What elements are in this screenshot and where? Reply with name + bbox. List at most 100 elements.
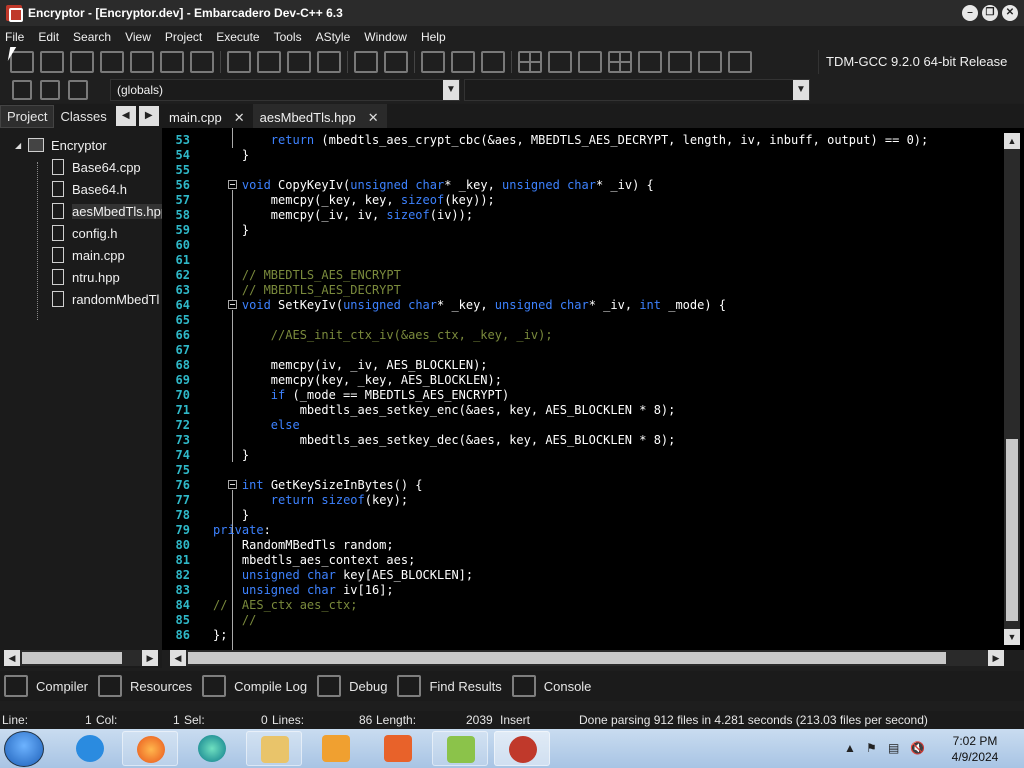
code-line[interactable]: private: [213,523,1004,538]
code-line[interactable] [213,343,1004,358]
tab-classes[interactable]: Classes [54,106,112,127]
taskbar-xampp[interactable] [370,731,426,766]
taskbar-media-player[interactable] [308,731,364,766]
save-icon[interactable] [70,51,94,73]
indent-icon[interactable] [287,51,311,73]
code-line[interactable]: return (mbedtls_aes_crypt_cbc(&aes, MBED… [213,133,1004,148]
code-line[interactable]: // AES_ctx aes_ctx; [213,598,1004,613]
volume-muted-icon[interactable]: 🔇 [910,741,925,755]
scroll-thumb[interactable] [22,652,122,664]
code-line[interactable]: } [213,448,1004,463]
open-folder-icon[interactable] [40,51,64,73]
code-line[interactable]: } [213,508,1004,523]
taskbar-clock[interactable]: 7:02 PM 4/9/2024 [940,733,1010,765]
save-all-icon[interactable] [100,51,124,73]
restore-button[interactable]: ❐ [982,5,998,21]
code-line[interactable]: if (_mode == MBEDTLS_AES_ENCRYPT) [213,388,1004,403]
tree-file-selected[interactable]: aesMbedTls.hpp [0,200,162,222]
tab-debug[interactable]: Debug [317,675,387,697]
taskbar-notepad[interactable] [432,731,488,766]
menu-view[interactable]: View [125,30,151,44]
goto-line-icon[interactable] [12,80,32,100]
code-line[interactable]: void SetKeyIv(unsigned char* _key, unsig… [213,298,1004,313]
code-line[interactable]: mbedtls_aes_setkey_dec(&aes, key, AES_BL… [213,433,1004,448]
close-file-icon[interactable] [130,51,154,73]
code-line[interactable]: unsigned char key[AES_BLOCKLEN]; [213,568,1004,583]
show-hidden-icons-icon[interactable]: ▲ [844,741,858,755]
code-line[interactable]: }; [213,628,1004,643]
toggle-bookmark-icon[interactable] [68,80,88,100]
tree-file[interactable]: Base64.h [0,178,162,200]
menu-file[interactable]: File [5,30,24,44]
code-line[interactable]: int GetKeySizeInBytes() { [213,478,1004,493]
code-line[interactable] [213,463,1004,478]
compiler-select[interactable]: TDM-GCC 9.2.0 64-bit Release [818,50,1024,74]
minimize-button[interactable]: – [962,5,978,21]
tab-resources[interactable]: Resources [98,675,192,697]
flag-icon[interactable]: ⚑ [866,741,880,755]
network-icon[interactable]: ▤ [888,741,902,755]
code-line[interactable]: } [213,148,1004,163]
tab-project[interactable]: Project [0,104,55,128]
code-editor[interactable]: 53 54 55 56 57 58 59 60 61 62 63 64 65 66 67 68 69 70 71 72… [162,128,1024,650]
unindent-icon[interactable] [317,51,341,73]
scroll-right-icon[interactable]: ▶ [142,650,158,666]
menu-tools[interactable]: Tools [274,30,302,44]
scroll-thumb[interactable] [1006,439,1018,621]
menu-execute[interactable]: Execute [216,30,259,44]
tree-file[interactable]: ntru.hpp [0,266,162,288]
rebuild-all-icon[interactable] [608,51,632,73]
collapse-icon[interactable]: ◢ [15,141,21,150]
code-line[interactable]: //AES_init_ctx_iv(&aes_ctx, _key, _iv); [213,328,1004,343]
redo-icon[interactable] [384,51,408,73]
chevron-down-icon[interactable]: ▼ [793,80,809,100]
menu-astyle[interactable]: AStyle [316,30,351,44]
code-line[interactable]: mbedtls_aes_context aes; [213,553,1004,568]
print-icon[interactable] [190,51,214,73]
bookmark-icon[interactable] [40,80,60,100]
start-button[interactable] [4,731,44,767]
code-line[interactable] [213,238,1004,253]
code-line[interactable]: return sizeof(key); [213,493,1004,508]
find-icon[interactable] [227,51,251,73]
undo-icon[interactable] [354,51,378,73]
code-line[interactable]: // MBEDTLS_AES_ENCRYPT [213,268,1004,283]
taskbar-firefox[interactable] [122,731,178,766]
code-text[interactable]: return (mbedtls_aes_crypt_cbc(&aes, MBED… [213,133,1004,643]
close-icon[interactable]: ✕ [234,110,245,128]
tab-compiler[interactable]: Compiler [4,675,88,697]
scroll-up-icon[interactable]: ▲ [1004,133,1020,149]
members-combo[interactable]: ▼ [464,79,810,101]
taskbar-ie[interactable] [62,731,118,766]
code-line[interactable]: unsigned char iv[16]; [213,583,1004,598]
tree-root-project[interactable]: ◢ Encryptor [0,134,162,156]
syntax-check-icon[interactable] [638,51,662,73]
editor-horizontal-scrollbar[interactable]: ◀ ▶ [170,650,1004,666]
editor-vertical-scrollbar[interactable]: ▲ ▼ [1004,133,1020,645]
taskbar-devcpp[interactable] [494,731,550,766]
scroll-down-icon[interactable]: ▼ [1004,629,1020,645]
compile-icon[interactable] [518,51,542,73]
profile-icon[interactable] [698,51,722,73]
code-line[interactable]: else [213,418,1004,433]
tab-main-cpp[interactable]: main.cpp ✕ [162,104,253,128]
tab-compile-log[interactable]: Compile Log [202,675,307,697]
stop-execution-icon[interactable] [668,51,692,73]
delete-profile-icon[interactable] [728,51,752,73]
close-icon[interactable]: ✕ [368,110,379,128]
menu-window[interactable]: Window [364,30,407,44]
sidebar-scrollbar[interactable]: ◀ ▶ [4,650,158,666]
menu-help[interactable]: Help [421,30,446,44]
tree-file[interactable]: randomMbedTl [0,288,162,310]
compile-run-icon[interactable] [578,51,602,73]
replace-icon[interactable] [257,51,281,73]
chevron-left-icon[interactable]: ◀ [115,106,136,126]
tree-file[interactable]: config.h [0,222,162,244]
scroll-right-icon[interactable]: ▶ [988,650,1004,666]
code-line[interactable] [213,253,1004,268]
code-line[interactable]: memcpy(_iv, iv, sizeof(iv)); [213,208,1004,223]
tab-find-results[interactable]: Find Results [397,675,502,697]
code-line[interactable]: void CopyKeyIv(unsigned char* _key, unsi… [213,178,1004,193]
scroll-thumb[interactable] [188,652,946,664]
code-line[interactable]: mbedtls_aes_setkey_enc(&aes, key, AES_BL… [213,403,1004,418]
